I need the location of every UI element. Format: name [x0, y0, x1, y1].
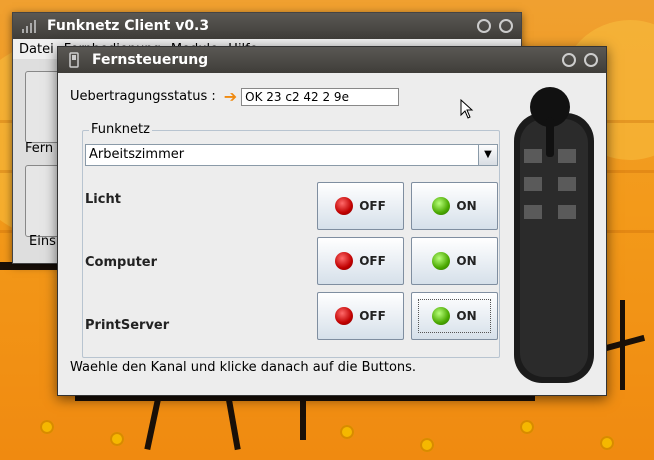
main-window-title: Funknetz Client v0.3 — [47, 18, 210, 34]
signal-icon — [21, 18, 37, 34]
arrow-right-icon: ➔ — [223, 87, 238, 106]
dialog-minimize-button[interactable] — [562, 53, 576, 67]
red-lamp-icon — [335, 252, 354, 270]
remote-module-label: Fern — [25, 141, 54, 156]
printserver-off-label: OFF — [359, 309, 386, 323]
funknetz-group-title: Funknetz — [89, 122, 152, 137]
network-select[interactable]: Arbeitszimmer ▼ — [85, 144, 498, 166]
dialog-titlebar[interactable]: Fernsteuerung — [58, 47, 606, 73]
dialog-title: Fernsteuerung — [92, 52, 209, 68]
remote-control-image — [514, 87, 594, 383]
row-label-computer: Computer — [85, 255, 158, 270]
chevron-down-icon[interactable]: ▼ — [478, 145, 497, 165]
status-row: Uebertragungsstatus : ➔ OK 23 c2 42 2 9e — [70, 87, 400, 106]
green-lamp-icon — [432, 307, 451, 325]
menu-datei[interactable]: Datei — [19, 42, 54, 57]
red-lamp-icon — [335, 307, 354, 325]
maximize-button[interactable] — [499, 19, 513, 33]
licht-off-button[interactable]: OFF — [317, 182, 404, 230]
settings-module-label: Eins — [29, 234, 56, 249]
printserver-on-button[interactable]: ON — [411, 292, 498, 340]
computer-on-button[interactable]: ON — [411, 237, 498, 285]
licht-off-label: OFF — [359, 199, 386, 213]
row-label-printserver: PrintServer — [85, 318, 170, 333]
minimize-button[interactable] — [477, 19, 491, 33]
row-label-licht: Licht — [85, 192, 121, 207]
funknetz-group: Funknetz Arbeitszimmer ▼ Licht OFF ON Co… — [82, 122, 500, 358]
licht-on-button[interactable]: ON — [411, 182, 498, 230]
computer-off-label: OFF — [359, 254, 386, 268]
red-lamp-icon — [335, 197, 354, 215]
mouse-cursor-icon — [460, 99, 474, 119]
status-field[interactable]: OK 23 c2 42 2 9e — [241, 87, 400, 106]
instruction-text: Waehle den Kanal und klicke danach auf d… — [70, 360, 417, 375]
remote-control-dialog: Fernsteuerung Uebertragungsstatus : ➔ OK… — [57, 46, 607, 396]
network-select-value: Arbeitszimmer — [89, 147, 185, 162]
computer-on-label: ON — [456, 254, 477, 268]
green-lamp-icon — [432, 197, 451, 215]
main-window-titlebar[interactable]: Funknetz Client v0.3 — [13, 13, 521, 39]
status-label: Uebertragungsstatus : — [70, 89, 216, 104]
green-lamp-icon — [432, 252, 451, 270]
printserver-off-button[interactable]: OFF — [317, 292, 404, 340]
dialog-maximize-button[interactable] — [584, 53, 598, 67]
computer-off-button[interactable]: OFF — [317, 237, 404, 285]
licht-on-label: ON — [456, 199, 477, 213]
phone-icon — [66, 52, 82, 68]
printserver-on-label: ON — [456, 309, 477, 323]
